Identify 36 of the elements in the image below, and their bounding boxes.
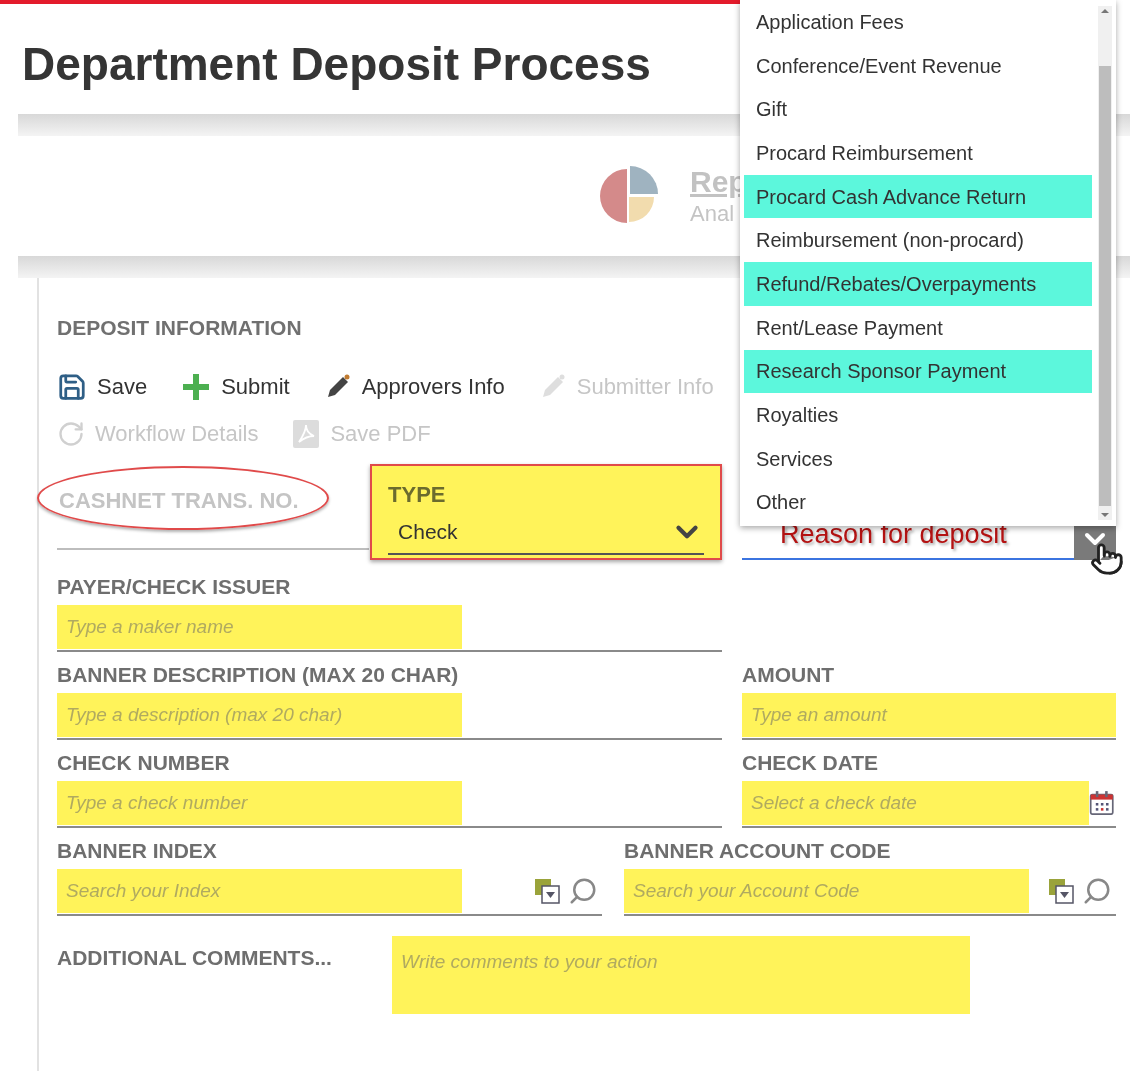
field-label: PAYER/CHECK ISSUER	[57, 574, 292, 600]
field-label: TYPE	[388, 481, 447, 509]
refresh-icon	[57, 419, 85, 448]
field-label: ADDITIONAL COMMENTS...	[57, 945, 333, 971]
field-label: CHECK NUMBER	[57, 750, 231, 776]
scrollbar-thumb[interactable]	[1099, 66, 1111, 506]
page-title: Department Deposit Process	[22, 37, 651, 92]
pdf-icon	[292, 418, 321, 449]
calendar-icon[interactable]	[1088, 788, 1114, 818]
toolbar-button[interactable]: Submit	[181, 370, 290, 403]
dropdown-option[interactable]: Procard Cash Advance Return	[744, 174, 1092, 219]
type-select[interactable]: TYPE Check	[370, 464, 722, 560]
dropdown-option[interactable]: Refund/Rebates/Overpayments	[744, 262, 1092, 306]
report-subtitle: Anal	[690, 200, 736, 228]
plus-icon	[181, 371, 212, 402]
field-label: CHECK DATE	[742, 750, 880, 776]
dropdown-option[interactable]: Research Sponsor Payment	[744, 349, 1092, 394]
comments-field[interactable]: Write comments to your action	[392, 936, 970, 1014]
section-title: DEPOSIT INFORMATION	[57, 315, 302, 341]
scroll-down-icon[interactable]	[1101, 510, 1109, 520]
list-picker-icon[interactable]	[534, 878, 560, 904]
scroll-up-icon[interactable]	[1101, 6, 1109, 16]
list-picker-icon[interactable]	[1048, 878, 1074, 904]
field-label: BANNER DESCRIPTION (MAX 20 CHAR)	[57, 662, 460, 688]
field-label: CASHNET TRANS. NO.	[57, 484, 301, 517]
toolbar-button[interactable]: Save	[57, 370, 148, 403]
select-value: Check	[397, 519, 458, 546]
field-label: AMOUNT	[742, 662, 836, 688]
input-field[interactable]: Type an amount	[742, 692, 1116, 740]
search-icon[interactable]	[568, 876, 598, 906]
toolbar-button[interactable]: Approvers Info	[323, 370, 505, 403]
field-label: BANNER INDEX	[57, 838, 218, 864]
field-label: BANNER ACCOUNT CODE	[624, 838, 892, 864]
cursor-icon	[1090, 542, 1124, 576]
search-icon[interactable]	[1082, 876, 1112, 906]
save-icon	[57, 371, 87, 402]
